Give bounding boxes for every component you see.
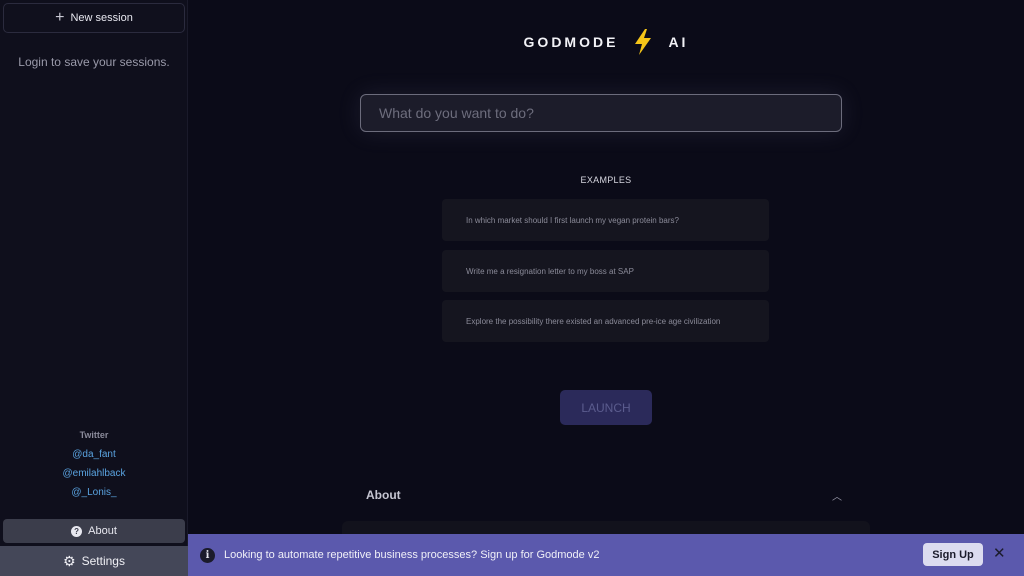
settings-label: Settings [81,554,125,568]
brand-right-text: AI [668,34,689,50]
example-card-1[interactable]: In which market should I first launch my… [442,199,769,241]
twitter-title: Twitter [79,430,109,440]
info-icon: i [200,547,215,563]
example-text: In which market should I first launch my… [466,215,679,225]
brand-left-text: GODMODE [523,34,619,50]
example-text: Write me a resignation letter to my boss… [466,266,634,276]
twitter-link-lonis[interactable]: @_Lonis_ [0,487,188,498]
settings-button[interactable]: ⚙ Settings [0,546,188,576]
prompt-input[interactable] [360,94,842,132]
gear-icon: ⚙ [63,553,76,569]
sidebar: + New session Login to save your session… [0,0,188,576]
twitter-link-emilahlback[interactable]: @emilahlback [0,468,188,479]
brand-logo: GODMODE AI [188,28,1024,56]
about-button-label: About [88,525,117,537]
examples-title: EXAMPLES [580,175,632,185]
question-circle-icon: ? [71,525,83,537]
about-button[interactable]: ? About [3,519,185,543]
chevron-up-icon[interactable]: ︿ [832,488,842,503]
twitter-link-da-fant[interactable]: @da_fant [0,449,188,460]
plus-icon: + [55,8,65,26]
about-section-header[interactable]: About ︿ [366,486,842,504]
close-icon[interactable]: ✕ [993,546,1006,561]
lightning-bolt-icon [635,29,652,55]
twitter-block: Twitter @da_fant @emilahlback @_Lonis_ [0,430,188,506]
login-note: Login to save your sessions. [18,55,170,69]
launch-button[interactable]: LAUNCH [560,390,652,425]
example-text: Explore the possibility there existed an… [466,316,721,326]
about-heading: About [366,488,401,502]
example-card-3[interactable]: Explore the possibility there existed an… [442,300,769,342]
main-content: GODMODE AI EXAMPLES In which market shou… [188,0,1024,576]
new-session-label: New session [70,12,133,24]
banner-text: Looking to automate repetitive business … [224,549,600,561]
new-session-button[interactable]: + New session [3,3,185,33]
example-card-2[interactable]: Write me a resignation letter to my boss… [442,250,769,292]
promo-banner: i Looking to automate repetitive busines… [188,534,1024,576]
sign-up-button[interactable]: Sign Up [923,543,983,566]
app-window: + New session Login to save your session… [0,0,1024,576]
